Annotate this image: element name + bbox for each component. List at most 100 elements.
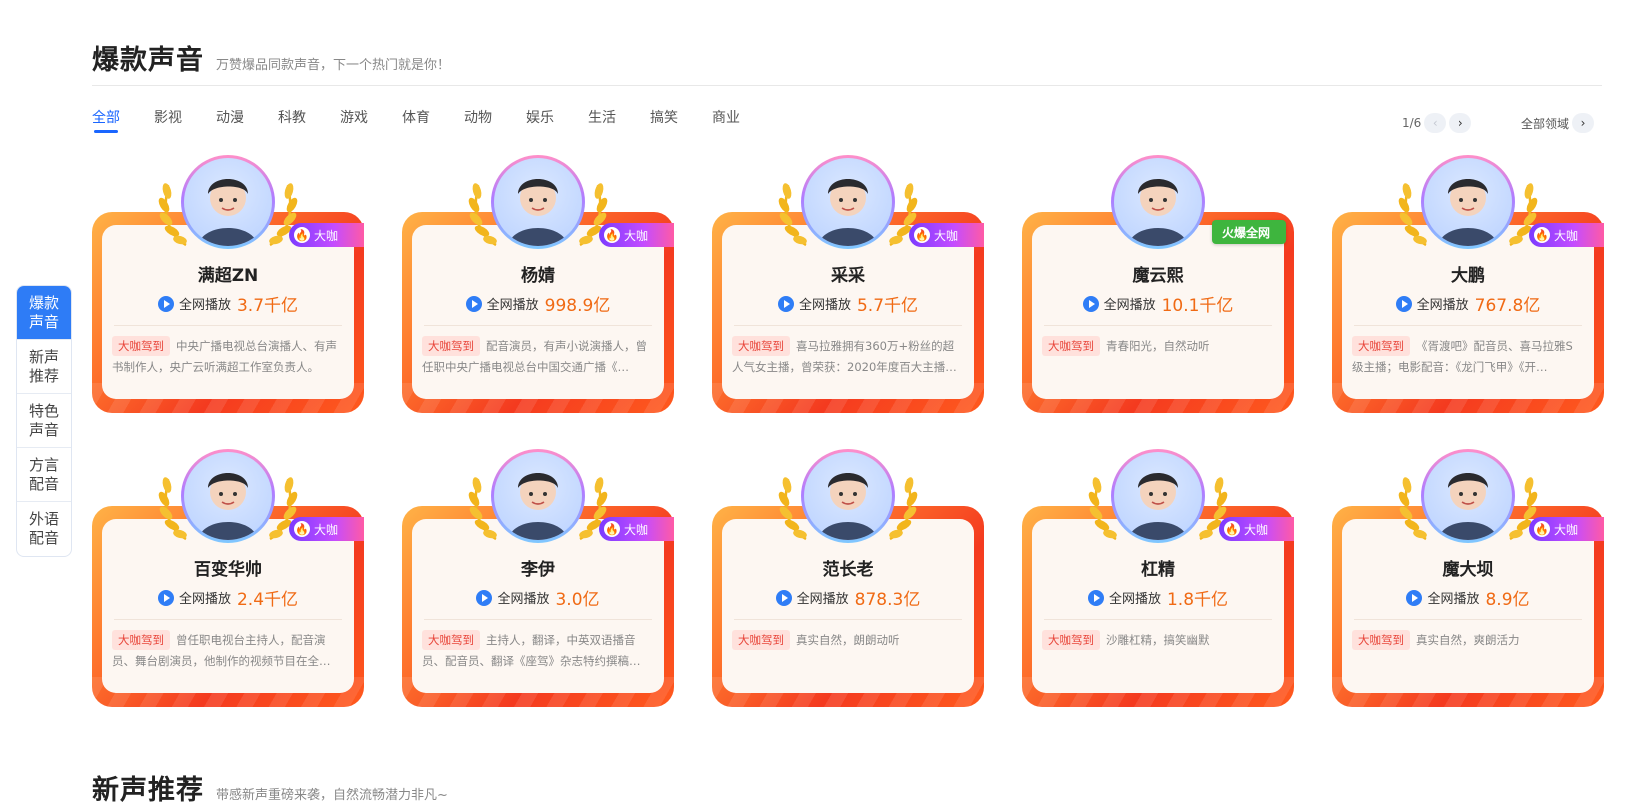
voice-name: 满超ZN xyxy=(197,266,259,286)
voice-card[interactable]: 范长老 全网播放 878.3亿 大咖驾到 真实自然，朗朗动听 xyxy=(712,449,984,707)
tab-film[interactable]: 影视 xyxy=(154,109,182,135)
avatar[interactable] xyxy=(1421,449,1515,543)
vip-arrival-tag: 大咖驾到 xyxy=(1352,630,1410,650)
all-fields-link[interactable]: 全部领域 › xyxy=(1521,113,1595,133)
avatar-image xyxy=(494,158,582,246)
vip-badge: 🔥 大咖 xyxy=(289,517,364,541)
sidenav-item-foreign[interactable]: 外语配音 xyxy=(17,502,71,556)
avatar-image xyxy=(804,452,892,540)
sidenav-item-special-voices[interactable]: 特色声音 xyxy=(17,394,71,448)
tab-all[interactable]: 全部 xyxy=(92,109,120,135)
divider xyxy=(114,325,342,326)
divider xyxy=(1044,619,1272,620)
avatar[interactable] xyxy=(801,155,895,249)
pager: 1/6 ‹ › xyxy=(1402,113,1472,133)
play-count-row: 全网播放 5.7千亿 xyxy=(712,291,984,316)
avatar[interactable] xyxy=(181,449,275,543)
play-icon[interactable] xyxy=(1087,589,1104,606)
voice-name: 杠精 xyxy=(1141,560,1175,580)
voice-card[interactable]: 🔥 大咖 杨婧 全网播放 998.9亿 大咖驾到 配音演员，有声小说演播人，曾任职中央广播电… xyxy=(402,155,674,413)
tab-games[interactable]: 游戏 xyxy=(340,109,368,135)
avatar[interactable] xyxy=(181,155,275,249)
voice-name: 百变华帅 xyxy=(194,560,262,580)
avatar-image xyxy=(1424,158,1512,246)
vip-badge-label: 大咖 xyxy=(624,228,649,243)
tab-sports[interactable]: 体育 xyxy=(402,109,430,135)
description-text: 青春阳光，自然动听 xyxy=(1106,339,1210,353)
all-fields-label: 全部领域 xyxy=(1521,116,1570,131)
play-label: 全网播放 xyxy=(178,298,231,313)
play-icon[interactable] xyxy=(777,295,794,312)
voice-description: 大咖驾到 喜马拉雅拥有360万+粉丝的超人气女主播，曾荣获：2020年度百大主播… xyxy=(732,336,964,378)
vip-arrival-tag: 大咖驾到 xyxy=(1042,336,1100,356)
sidenav-item-hot-voices[interactable]: 爆款声音 xyxy=(17,286,71,340)
voice-card[interactable]: 火爆全网 魔云熙 全网播放 10.1千亿 大咖驾到 青春阳光，自然动听 xyxy=(1022,155,1294,413)
vip-badge-label: 大咖 xyxy=(624,522,649,537)
voice-card[interactable]: 🔥 大咖 采采 全网播放 5.7千亿 大咖驾到 喜马拉雅拥有360万+粉丝的超人气女主播，曾… xyxy=(712,155,984,413)
voice-card[interactable]: 🔥 大咖 大鹏 全网播放 767.8亿 大咖驾到 《胥渡吧》配音员、喜马拉雅S级主播；电影配… xyxy=(1332,155,1604,413)
tab-anime[interactable]: 动漫 xyxy=(216,109,244,135)
play-count-row: 全网播放 767.8亿 xyxy=(1332,291,1604,316)
play-label: 全网播放 xyxy=(1108,592,1161,607)
play-icon[interactable] xyxy=(1406,589,1423,606)
tab-life[interactable]: 生活 xyxy=(588,109,616,135)
divider xyxy=(424,325,652,326)
vip-badge-label: 大咖 xyxy=(314,228,339,243)
avatar[interactable] xyxy=(491,449,585,543)
avatar[interactable] xyxy=(491,155,585,249)
play-count: 2.4千亿 xyxy=(236,590,299,610)
vip-arrival-tag: 大咖驾到 xyxy=(732,630,790,650)
play-icon[interactable] xyxy=(157,295,174,312)
voice-name: 魔云熙 xyxy=(1132,266,1184,286)
tab-business[interactable]: 商业 xyxy=(712,109,740,135)
play-icon[interactable] xyxy=(1082,295,1099,312)
hot-badge: 火爆全网 xyxy=(1212,220,1286,244)
play-label: 全网播放 xyxy=(486,298,539,313)
play-icon[interactable] xyxy=(775,589,792,606)
voice-card[interactable]: 🔥 大咖 李伊 全网播放 3.0亿 大咖驾到 主持人，翻译，中英双语播音员、配音员、翻译《座… xyxy=(402,449,674,707)
play-icon[interactable] xyxy=(1395,295,1412,312)
sidenav-item-new-voices[interactable]: 新声推荐 xyxy=(17,340,71,394)
play-icon[interactable] xyxy=(157,589,174,606)
voice-card[interactable]: 🔥 大咖 杠精 全网播放 1.8千亿 大咖驾到 沙雕杠精，搞笑幽默 xyxy=(1022,449,1294,707)
side-nav: 爆款声音 新声推荐 特色声音 方言配音 外语配音 xyxy=(16,285,72,557)
avatar-image xyxy=(494,452,582,540)
voice-card[interactable]: 🔥 大咖 百变华帅 全网播放 2.4千亿 大咖驾到 曾任职电视台主持人，配音演员、舞台剧演员… xyxy=(92,449,364,707)
avatar[interactable] xyxy=(801,449,895,543)
vip-badge-label: 大咖 xyxy=(1244,522,1269,537)
vip-badge: 🔥 大咖 xyxy=(1529,517,1604,541)
vip-badge: 🔥 大咖 xyxy=(599,517,674,541)
vip-arrival-tag: 大咖驾到 xyxy=(112,630,170,650)
play-count: 8.9亿 xyxy=(1485,590,1530,610)
tab-science[interactable]: 科教 xyxy=(278,109,306,135)
vip-badge: 🔥 大咖 xyxy=(289,223,364,247)
vip-badge-label: 大咖 xyxy=(1554,228,1579,243)
avatar[interactable] xyxy=(1111,155,1205,249)
voice-card[interactable]: 🔥 大咖 满超ZN 全网播放 3.7千亿 大咖驾到 中央广播电视总台演播人、有声书制作人，央… xyxy=(92,155,364,413)
play-count-row: 全网播放 998.9亿 xyxy=(402,291,674,316)
fire-icon: 🔥 xyxy=(914,227,930,243)
play-count: 878.3亿 xyxy=(854,590,921,610)
avatar[interactable] xyxy=(1421,155,1515,249)
play-count: 1.8千亿 xyxy=(1166,590,1229,610)
vip-arrival-tag: 大咖驾到 xyxy=(422,630,480,650)
avatar[interactable] xyxy=(1111,449,1205,543)
play-count: 998.9亿 xyxy=(544,296,611,316)
voice-card[interactable]: 🔥 大咖 魔大坝 全网播放 8.9亿 大咖驾到 真实自然，爽朗活力 xyxy=(1332,449,1604,707)
sidenav-item-dialect[interactable]: 方言配音 xyxy=(17,448,71,502)
chevron-right-icon[interactable]: › xyxy=(1449,113,1472,133)
play-icon[interactable] xyxy=(465,295,482,312)
tab-entertainment[interactable]: 娱乐 xyxy=(526,109,554,135)
section-title: 新声推荐 xyxy=(92,775,204,806)
voice-description: 大咖驾到 真实自然，爽朗活力 xyxy=(1352,630,1584,651)
divider xyxy=(92,85,1602,86)
page-indicator: 1/6 xyxy=(1402,116,1422,130)
vip-badge: 🔥 大咖 xyxy=(1529,223,1604,247)
tab-funny[interactable]: 搞笑 xyxy=(650,109,678,135)
avatar-image xyxy=(1424,452,1512,540)
play-icon[interactable] xyxy=(476,589,493,606)
divider xyxy=(114,619,342,620)
tab-animals[interactable]: 动物 xyxy=(464,109,492,135)
chevron-left-icon[interactable]: ‹ xyxy=(1424,113,1447,133)
chevron-right-icon: › xyxy=(1572,113,1595,133)
